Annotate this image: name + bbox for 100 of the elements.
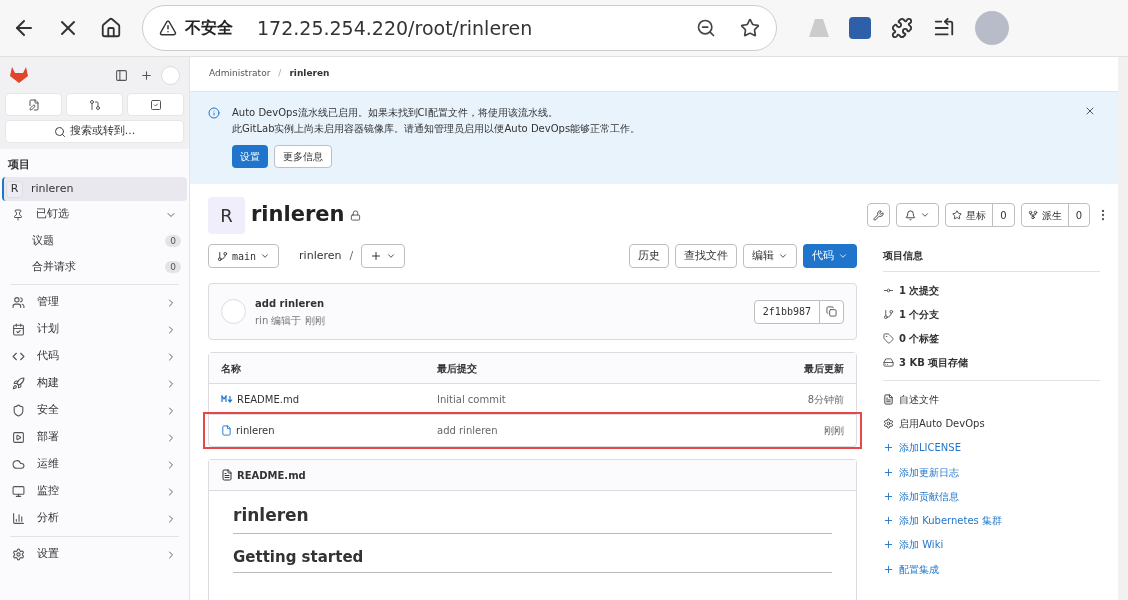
stat-link[interactable]: 0 个标签 — [883, 326, 1100, 350]
fork-button[interactable]: 派生 0 — [1020, 203, 1090, 227]
settings-button[interactable] — [867, 203, 891, 227]
nav-item[interactable]: 代码 — [4, 343, 185, 370]
path-text[interactable]: rinleren — [299, 247, 342, 265]
star-count: 0 — [999, 208, 1008, 223]
project-avatar: R — [6, 180, 23, 198]
more-info-button[interactable]: 更多信息 — [274, 145, 332, 168]
shortcut-button[interactable] — [127, 93, 184, 116]
info-link[interactable]: 添加LICENSE — [883, 435, 1100, 460]
security-label[interactable]: 不安全 — [185, 16, 233, 40]
file-name[interactable]: README.md — [237, 391, 300, 407]
nav-item[interactable]: 部署 — [4, 424, 185, 451]
shortcut-button[interactable] — [66, 93, 123, 116]
plan-icon — [12, 323, 25, 336]
shortcut-button[interactable] — [5, 93, 62, 116]
commit-message[interactable]: Initial commit — [437, 391, 808, 407]
stat-link[interactable]: 1 次提交 — [883, 278, 1100, 302]
plus-icon — [883, 490, 894, 502]
code-dropdown[interactable]: 代码 — [803, 244, 857, 268]
info-icon — [208, 107, 220, 119]
breadcrumb-link[interactable]: Administrator — [209, 67, 271, 81]
find-file-button[interactable]: 查找文件 — [675, 244, 737, 268]
storage-icon — [883, 356, 894, 368]
star-button[interactable]: 星标 0 — [945, 203, 1015, 227]
file-name[interactable]: rinleren — [236, 423, 275, 438]
file-row[interactable]: rinleren add rinleren 刚刚 — [206, 415, 859, 446]
merge-request-icon — [88, 98, 101, 111]
close-icon[interactable] — [1084, 105, 1096, 117]
operate-icon — [12, 458, 25, 471]
copy-icon — [826, 306, 837, 317]
nav-item[interactable]: 监控 — [4, 478, 185, 505]
readme-title: README.md — [237, 468, 306, 483]
tag-icon — [883, 332, 894, 344]
nav-item[interactable]: 计划 — [4, 316, 185, 343]
extensions-icon[interactable] — [891, 17, 913, 39]
pinned-header[interactable]: 已钉选 — [4, 201, 185, 228]
monitor-icon — [12, 485, 25, 498]
chevron-icon — [778, 251, 788, 261]
settings-icon — [883, 417, 894, 429]
warning-icon — [159, 19, 177, 37]
info-link[interactable]: 添加 Kubernetes 集群 — [883, 508, 1100, 533]
nav-item[interactable]: 构建 — [4, 370, 185, 397]
stat-link[interactable]: 1 个分支 — [883, 302, 1100, 326]
notification-dropdown[interactable] — [896, 203, 940, 227]
lock-icon — [349, 209, 361, 221]
project-item[interactable]: R rinleren — [2, 177, 187, 201]
edit-dropdown[interactable]: 编辑 — [743, 244, 797, 268]
settings-button[interactable]: 设置 — [232, 145, 268, 168]
nav-item[interactable]: 安全 — [4, 397, 185, 424]
info-link[interactable]: 添加 Wiki — [883, 532, 1100, 558]
address-bar[interactable]: 不安全 172.25.254.220/root/rinleren — [142, 5, 777, 51]
project-avatar: R — [208, 196, 245, 234]
column-header: 最后更新 — [804, 361, 844, 376]
pinned-item[interactable]: 合并请求 0 — [0, 254, 189, 280]
pinned-item[interactable]: 议题 0 — [0, 228, 189, 254]
plus-icon — [883, 442, 894, 454]
commit-message[interactable]: add rinleren — [437, 423, 824, 438]
file-icon — [221, 469, 233, 481]
plus-icon[interactable] — [140, 68, 153, 82]
commit-title[interactable]: add rinleren — [255, 295, 754, 311]
info-link[interactable]: 配置集成 — [883, 557, 1100, 582]
section-title: 项目 — [7, 157, 31, 173]
breadcrumb-separator: / — [278, 67, 282, 81]
info-link[interactable]: 添加更新日志 — [883, 459, 1100, 485]
stat-link[interactable]: 3 KB 项目存储 — [883, 350, 1100, 374]
favorite-icon[interactable] — [740, 18, 760, 38]
search-field[interactable]: 搜索或转到... — [5, 120, 184, 143]
info-link[interactable]: 自述文件 — [883, 387, 1100, 412]
chevron-icon — [920, 210, 931, 220]
history-button[interactable]: 历史 — [629, 244, 669, 268]
readme-heading: rinleren — [233, 503, 832, 534]
nav-item[interactable]: 分析 — [4, 505, 185, 532]
nav-item[interactable]: 管理 — [4, 289, 185, 316]
readme-heading: Getting started — [233, 545, 832, 573]
branch-dropdown[interactable]: main — [208, 244, 280, 268]
secure-icon — [12, 404, 25, 417]
add-dropdown[interactable] — [361, 244, 406, 268]
info-link[interactable]: 添加贡献信息 — [883, 484, 1100, 509]
file-row[interactable]: README.md Initial commit 8分钟前 — [209, 384, 856, 415]
wrench-icon — [873, 209, 885, 221]
alert-text: Auto DevOps流水线已启用。如果未找到CI配置文件，将使用该流水线。 — [232, 106, 559, 120]
nav-item[interactable]: 运维 — [4, 451, 185, 478]
sidebar-toggle-icon[interactable] — [115, 68, 128, 82]
nav-item[interactable]: 设置 — [4, 541, 185, 568]
count-badge: 0 — [165, 261, 181, 273]
info-title: 项目信息 — [883, 248, 1100, 272]
zoom-out-icon[interactable] — [696, 18, 716, 38]
fox-logo-icon[interactable] — [9, 66, 29, 84]
extension-icon[interactable] — [849, 17, 871, 39]
author-avatar — [221, 299, 246, 324]
file-icon — [221, 425, 232, 436]
info-link[interactable]: 启用Auto DevOps — [883, 411, 1100, 436]
file-icon — [883, 393, 894, 405]
breadcrumb-current[interactable]: rinleren — [289, 67, 330, 81]
plus-icon — [370, 250, 383, 262]
search-icon — [53, 125, 66, 138]
fork-count: 0 — [1074, 208, 1083, 223]
home-icon[interactable] — [100, 17, 122, 39]
scrollbar[interactable] — [1118, 57, 1128, 600]
